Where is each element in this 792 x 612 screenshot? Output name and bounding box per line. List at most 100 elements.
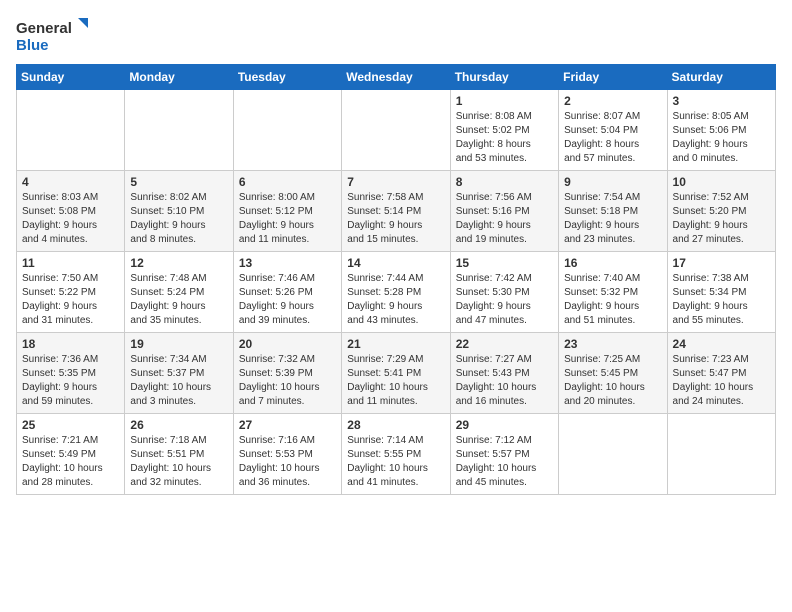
day-number: 22: [456, 337, 553, 351]
day-number: 23: [564, 337, 661, 351]
day-number: 29: [456, 418, 553, 432]
day-number: 21: [347, 337, 444, 351]
day-number: 20: [239, 337, 336, 351]
day-number: 18: [22, 337, 119, 351]
day-number: 25: [22, 418, 119, 432]
calendar-cell: 25 Sunrise: 7:21 AM Sunset: 5:49 PM Dayli…: [17, 414, 125, 495]
day-number: 6: [239, 175, 336, 189]
day-number: 27: [239, 418, 336, 432]
day-info: Sunrise: 8:03 AM Sunset: 5:08 PM Dayligh…: [22, 191, 119, 247]
calendar-cell: [125, 90, 233, 171]
day-number: 9: [564, 175, 661, 189]
day-info: Sunrise: 7:16 AM Sunset: 5:53 PM Dayligh…: [239, 434, 336, 490]
calendar-cell: 16 Sunrise: 7:40 AM Sunset: 5:32 PM Dayli…: [559, 252, 667, 333]
day-info: Sunrise: 7:36 AM Sunset: 5:35 PM Dayligh…: [22, 353, 119, 409]
calendar-cell: 9 Sunrise: 7:54 AM Sunset: 5:18 PM Daylig…: [559, 171, 667, 252]
day-info: Sunrise: 7:42 AM Sunset: 5:30 PM Dayligh…: [456, 272, 553, 328]
svg-text:Blue: Blue: [16, 37, 49, 54]
calendar-cell: 12 Sunrise: 7:48 AM Sunset: 5:24 PM Dayli…: [125, 252, 233, 333]
day-number: 10: [673, 175, 770, 189]
day-info: Sunrise: 7:58 AM Sunset: 5:14 PM Dayligh…: [347, 191, 444, 247]
calendar-cell: 20 Sunrise: 7:32 AM Sunset: 5:39 PM Dayli…: [233, 333, 341, 414]
calendar-week: 25 Sunrise: 7:21 AM Sunset: 5:49 PM Dayli…: [17, 414, 776, 495]
calendar-cell: 5 Sunrise: 8:02 AM Sunset: 5:10 PM Daylig…: [125, 171, 233, 252]
day-number: 5: [130, 175, 227, 189]
calendar-week: 18 Sunrise: 7:36 AM Sunset: 5:35 PM Dayli…: [17, 333, 776, 414]
day-info: Sunrise: 7:46 AM Sunset: 5:26 PM Dayligh…: [239, 272, 336, 328]
day-info: Sunrise: 7:38 AM Sunset: 5:34 PM Dayligh…: [673, 272, 770, 328]
day-info: Sunrise: 7:12 AM Sunset: 5:57 PM Dayligh…: [456, 434, 553, 490]
calendar-cell: 2 Sunrise: 8:07 AM Sunset: 5:04 PM Daylig…: [559, 90, 667, 171]
day-number: 1: [456, 94, 553, 108]
calendar-cell: 19 Sunrise: 7:34 AM Sunset: 5:37 PM Dayli…: [125, 333, 233, 414]
calendar-cell: 28Sunrise: 7:14 AM Sunset: 5:55 PM Dayli…: [342, 414, 450, 495]
calendar-cell: [233, 90, 341, 171]
calendar-cell: 14 Sunrise: 7:44 AM Sunset: 5:28 PM Dayli…: [342, 252, 450, 333]
calendar-cell: [559, 414, 667, 495]
calendar-week: 1 Sunrise: 8:08 AM Sunset: 5:02 PM Daylig…: [17, 90, 776, 171]
day-info: Sunrise: 7:48 AM Sunset: 5:24 PM Dayligh…: [130, 272, 227, 328]
calendar-cell: 3 Sunrise: 8:05 AM Sunset: 5:06 PM Daylig…: [667, 90, 775, 171]
calendar-cell: 7 Sunrise: 7:58 AM Sunset: 5:14 PM Daylig…: [342, 171, 450, 252]
calendar-cell: 23Sunrise: 7:25 AM Sunset: 5:45 PM Dayli…: [559, 333, 667, 414]
day-number: 12: [130, 256, 227, 270]
day-info: Sunrise: 7:40 AM Sunset: 5:32 PM Dayligh…: [564, 272, 661, 328]
day-number: 3: [673, 94, 770, 108]
day-number: 19: [130, 337, 227, 351]
header-day: Sunday: [17, 65, 125, 90]
calendar-cell: 17 Sunrise: 7:38 AM Sunset: 5:34 PM Dayli…: [667, 252, 775, 333]
calendar-cell: 22 Sunrise: 7:27 AM Sunset: 5:43 PM Dayli…: [450, 333, 558, 414]
calendar-cell: 29 Sunrise: 7:12 AM Sunset: 5:57 PM Dayli…: [450, 414, 558, 495]
day-info: Sunrise: 7:34 AM Sunset: 5:37 PM Dayligh…: [130, 353, 227, 409]
calendar-body: 1 Sunrise: 8:08 AM Sunset: 5:02 PM Daylig…: [17, 90, 776, 495]
calendar-cell: 15Sunrise: 7:42 AM Sunset: 5:30 PM Dayli…: [450, 252, 558, 333]
calendar-cell: 18 Sunrise: 7:36 AM Sunset: 5:35 PM Dayli…: [17, 333, 125, 414]
day-number: 24: [673, 337, 770, 351]
calendar-cell: 1 Sunrise: 8:08 AM Sunset: 5:02 PM Daylig…: [450, 90, 558, 171]
day-number: 2: [564, 94, 661, 108]
header-day: Tuesday: [233, 65, 341, 90]
day-number: 26: [130, 418, 227, 432]
day-info: Sunrise: 8:02 AM Sunset: 5:10 PM Dayligh…: [130, 191, 227, 247]
calendar-cell: 11 Sunrise: 7:50 AM Sunset: 5:22 PM Dayli…: [17, 252, 125, 333]
header-day: Monday: [125, 65, 233, 90]
day-info: Sunrise: 7:21 AM Sunset: 5:49 PM Dayligh…: [22, 434, 119, 490]
day-number: 17: [673, 256, 770, 270]
calendar-cell: 8Sunrise: 7:56 AM Sunset: 5:16 PM Daylig…: [450, 171, 558, 252]
calendar-cell: 13 Sunrise: 7:46 AM Sunset: 5:26 PM Dayli…: [233, 252, 341, 333]
day-number: 7: [347, 175, 444, 189]
day-number: 4: [22, 175, 119, 189]
day-number: 13: [239, 256, 336, 270]
header-day: Thursday: [450, 65, 558, 90]
day-info: Sunrise: 8:00 AM Sunset: 5:12 PM Dayligh…: [239, 191, 336, 247]
day-number: 28: [347, 418, 444, 432]
calendar-cell: 4 Sunrise: 8:03 AM Sunset: 5:08 PM Daylig…: [17, 171, 125, 252]
day-info: Sunrise: 7:50 AM Sunset: 5:22 PM Dayligh…: [22, 272, 119, 328]
day-info: Sunrise: 7:27 AM Sunset: 5:43 PM Dayligh…: [456, 353, 553, 409]
calendar-cell: 24Sunrise: 7:23 AM Sunset: 5:47 PM Dayli…: [667, 333, 775, 414]
header-day: Saturday: [667, 65, 775, 90]
day-info: Sunrise: 7:32 AM Sunset: 5:39 PM Dayligh…: [239, 353, 336, 409]
calendar-cell: [17, 90, 125, 171]
calendar-cell: [667, 414, 775, 495]
svg-text:General: General: [16, 20, 72, 37]
calendar-cell: 6 Sunrise: 8:00 AM Sunset: 5:12 PM Daylig…: [233, 171, 341, 252]
day-info: Sunrise: 7:44 AM Sunset: 5:28 PM Dayligh…: [347, 272, 444, 328]
day-info: Sunrise: 7:29 AM Sunset: 5:41 PM Dayligh…: [347, 353, 444, 409]
day-number: 16: [564, 256, 661, 270]
calendar-week: 4 Sunrise: 8:03 AM Sunset: 5:08 PM Daylig…: [17, 171, 776, 252]
day-info: Sunrise: 8:05 AM Sunset: 5:06 PM Dayligh…: [673, 110, 770, 166]
day-info: Sunrise: 7:54 AM Sunset: 5:18 PM Dayligh…: [564, 191, 661, 247]
calendar-cell: 27 Sunrise: 7:16 AM Sunset: 5:53 PM Dayli…: [233, 414, 341, 495]
header-day: Friday: [559, 65, 667, 90]
calendar-cell: 10Sunrise: 7:52 AM Sunset: 5:20 PM Dayli…: [667, 171, 775, 252]
header-row: SundayMondayTuesdayWednesdayThursdayFrid…: [17, 65, 776, 90]
logo-svg: GeneralBlue: [16, 16, 96, 56]
day-info: Sunrise: 8:07 AM Sunset: 5:04 PM Dayligh…: [564, 110, 661, 166]
day-number: 14: [347, 256, 444, 270]
calendar-week: 11 Sunrise: 7:50 AM Sunset: 5:22 PM Dayli…: [17, 252, 776, 333]
page-header: GeneralBlue: [16, 16, 776, 56]
day-number: 11: [22, 256, 119, 270]
calendar-cell: 21 Sunrise: 7:29 AM Sunset: 5:41 PM Dayli…: [342, 333, 450, 414]
day-info: Sunrise: 8:08 AM Sunset: 5:02 PM Dayligh…: [456, 110, 553, 166]
